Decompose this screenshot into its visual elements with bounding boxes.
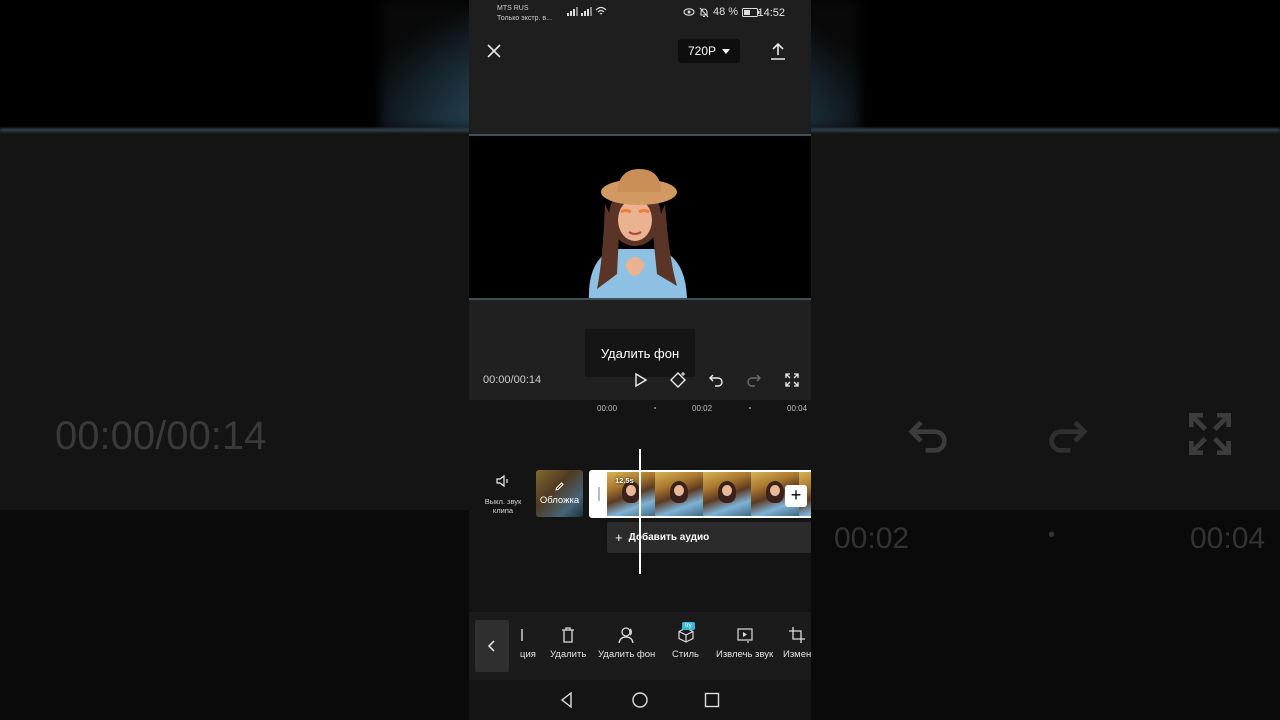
eye-icon [683, 8, 695, 16]
try-badge: try [682, 622, 695, 630]
add-audio-button[interactable]: + Добавить аудио [607, 522, 811, 553]
cover-button[interactable]: Обложка [536, 470, 583, 517]
clip-duration: 12.5s [615, 476, 634, 485]
battery-percent: 48 % [713, 6, 739, 18]
resolution-value: 720P [687, 44, 717, 58]
editor-top-bar: 720P [469, 28, 811, 134]
keyframe-icon[interactable] [669, 371, 687, 389]
system-nav-bar [469, 680, 811, 720]
toolbar-item-label: Удалить фон [598, 649, 656, 660]
video-clip-track[interactable]: 12.5s [589, 470, 811, 518]
toolbar-item-style[interactable]: try Стиль [672, 622, 700, 660]
carrier-info: MTS RUS Только экстр. в... [497, 4, 552, 24]
remove-background-tooltip: Удалить фон [585, 329, 695, 377]
blurred-undo-icon [908, 420, 947, 453]
nav-back-icon[interactable] [558, 691, 576, 709]
status-bar: MTS RUS Только экстр. в... 48 % 14:52 [469, 0, 811, 28]
toolbar-item-partial[interactable]: ция [519, 626, 537, 660]
toolbar-item-label: ция [520, 649, 536, 660]
ruler-dot [749, 407, 751, 409]
toolbar-item-remove-background[interactable]: Удалить фон [598, 626, 655, 660]
blurred-ruler-label: 00:04 [1190, 522, 1266, 555]
system-icons: 48 % [683, 6, 760, 18]
clip-thumbnails [607, 472, 811, 516]
crop-icon [789, 627, 806, 643]
edit-toolbar: ция Удалить Удалить фон try Стиль Извлеч… [469, 612, 811, 680]
carrier-name: MTS RUS [497, 5, 529, 12]
video-preview[interactable] [469, 134, 811, 300]
partial-icon [521, 629, 523, 641]
add-clip-button[interactable]: + [785, 485, 807, 507]
status-time: 14:52 [757, 7, 785, 19]
nav-home-icon[interactable] [631, 691, 649, 709]
video-subject-image [588, 169, 687, 298]
bell-off-icon [699, 7, 709, 17]
clip-thumbnail [703, 472, 751, 516]
trash-icon [562, 627, 575, 643]
phone-screen: MTS RUS Только экстр. в... 48 % 14:52 72… [469, 0, 811, 720]
ruler-label: 00:04 [787, 404, 808, 413]
cover-shade [536, 470, 583, 517]
toolbar-item-extract-audio[interactable]: Извлечь звук [716, 626, 773, 660]
plus-icon: + [615, 530, 623, 545]
ruler-label: 00:00 [597, 404, 618, 413]
toolbar-item-delete[interactable]: Удалить [550, 626, 586, 660]
playback-timecode: 00:00/00:14 [483, 374, 542, 386]
toolbar-item-label: Измен [783, 649, 811, 660]
clip-trim-handle[interactable] [591, 472, 607, 516]
playhead[interactable] [639, 449, 641, 574]
blurred-timecode: 00:00/00:14 [55, 414, 267, 458]
carrier-status: Только экстр. в... [497, 15, 552, 22]
signal-icons [567, 6, 607, 16]
timeline[interactable]: 00:00 00:02 00:04 Выкл. звук клипа Облож… [469, 400, 811, 612]
toolbar-item-crop[interactable]: Измен [783, 626, 811, 660]
chevron-left-icon [487, 640, 495, 652]
extract-audio-icon [736, 628, 753, 643]
speaker-icon [496, 474, 508, 488]
signal-icon [567, 6, 578, 16]
mute-clip-label: Выкл. звук клипа [484, 497, 522, 515]
clip-thumbnail [655, 472, 703, 516]
toolbar-back-button[interactable] [475, 620, 509, 672]
edit-pencil-icon [555, 482, 564, 491]
toolbar-item-label: Извлечь звук [716, 649, 774, 660]
blurred-fullscreen-icon [1189, 413, 1231, 455]
play-icon[interactable] [631, 371, 649, 389]
ruler-dot [654, 407, 656, 409]
cover-label: Обложка [539, 495, 580, 506]
caret-down-icon [722, 48, 731, 54]
blurred-ruler-label: 00:02 [834, 522, 910, 555]
undo-icon[interactable] [707, 371, 725, 389]
signal-icon [581, 6, 592, 16]
ruler-label: 00:02 [692, 404, 713, 413]
blurred-redo-icon [1049, 420, 1088, 453]
remove-background-icon [617, 627, 634, 644]
redo-icon[interactable] [745, 371, 763, 389]
nav-recents-icon[interactable] [703, 691, 721, 709]
close-icon[interactable] [483, 40, 505, 62]
export-icon[interactable] [767, 40, 789, 62]
wifi-icon [595, 6, 607, 15]
resolution-selector[interactable]: 720P [678, 39, 740, 63]
blurred-ruler-dot: • [1048, 524, 1056, 546]
mute-clip-button[interactable]: Выкл. звук клипа [481, 474, 525, 515]
toolbar-item-label: Удалить [550, 649, 587, 660]
fullscreen-icon[interactable] [783, 371, 801, 389]
toolbar-item-label: Стиль [672, 649, 700, 660]
